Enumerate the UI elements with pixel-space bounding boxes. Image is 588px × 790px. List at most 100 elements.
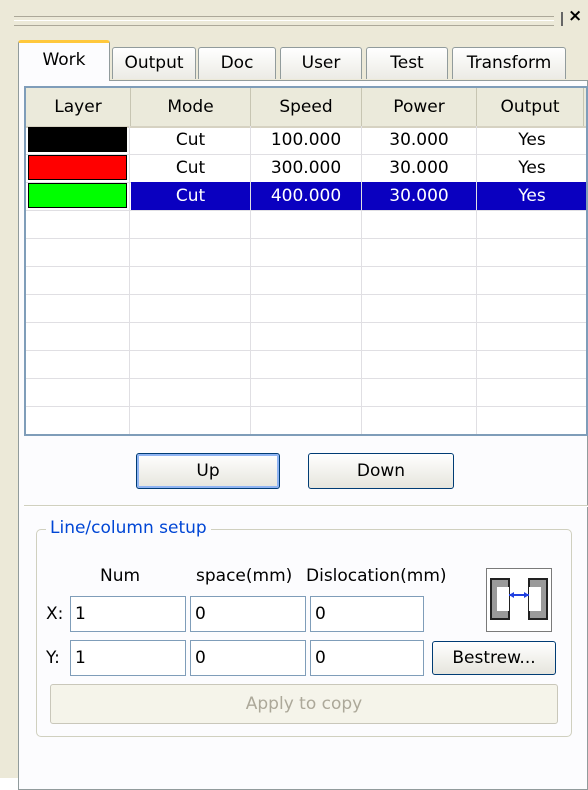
empty-cell [251, 322, 362, 350]
layer-color-cell [26, 154, 130, 182]
empty-row [26, 210, 586, 239]
empty-cell [477, 238, 586, 266]
empty-cell [251, 294, 362, 322]
panel-grip[interactable] [14, 16, 554, 26]
empty-cell [477, 322, 586, 350]
x-num-field[interactable]: 1 [70, 596, 186, 632]
y-space-field[interactable]: 0 [190, 640, 306, 676]
speed-cell: 100.000 [251, 126, 362, 154]
empty-row [26, 322, 586, 351]
empty-cell [362, 350, 477, 378]
table-row[interactable]: Cut 100.000 30.000 Yes [26, 126, 586, 155]
dislocation-label: Dislocation(mm) [306, 566, 447, 586]
tab-work[interactable]: Work [18, 40, 110, 81]
y-dislocation-field[interactable]: 0 [310, 640, 424, 676]
x-dislocation-field[interactable]: 0 [310, 596, 424, 632]
empty-cell [362, 238, 477, 266]
empty-cell [26, 266, 130, 294]
empty-cell [477, 210, 586, 238]
empty-cell [131, 350, 251, 378]
empty-cell [251, 378, 362, 406]
pin-icon [561, 12, 563, 26]
tab-transform[interactable]: Transform [452, 47, 566, 79]
empty-cell [251, 266, 362, 294]
layer-table[interactable]: Layer Mode Speed Power Output Cut 100.000… [24, 86, 588, 436]
empty-cell [477, 406, 586, 434]
empty-cell [362, 378, 477, 406]
tab-test[interactable]: Test [366, 47, 448, 79]
empty-cell [26, 350, 130, 378]
empty-cell [26, 210, 130, 238]
col-output[interactable]: Output [477, 88, 584, 126]
y-label: Y: [46, 648, 60, 668]
empty-cell [251, 350, 362, 378]
layer-color-swatch[interactable] [28, 155, 127, 180]
mode-cell: Cut [131, 154, 251, 182]
layer-color-swatch[interactable] [28, 127, 127, 152]
col-power[interactable]: Power [362, 88, 477, 126]
empty-cell [26, 322, 130, 350]
empty-cell [131, 266, 251, 294]
col-layer[interactable]: Layer [26, 88, 131, 126]
empty-cell [362, 406, 477, 434]
empty-row [26, 378, 586, 407]
speed-cell: 300.000 [251, 154, 362, 182]
empty-cell [26, 238, 130, 266]
tab-strip: Work Output Doc User Test Transform [18, 40, 588, 81]
speed-cell: 400.000 [251, 182, 362, 210]
table-header: Layer Mode Speed Power Output [26, 88, 586, 128]
empty-cell [251, 406, 362, 434]
empty-cell [131, 406, 251, 434]
col-speed[interactable]: Speed [251, 88, 362, 126]
dislocation-diagram-icon [486, 568, 552, 632]
group-legend: Line/column setup [46, 518, 211, 538]
tab-doc[interactable]: Doc [198, 47, 276, 79]
empty-cell [251, 210, 362, 238]
empty-cell [26, 294, 130, 322]
power-cell: 30.000 [362, 182, 477, 210]
output-cell: Yes [477, 126, 586, 154]
mode-cell: Cut [131, 182, 251, 210]
layer-color-cell [26, 182, 130, 210]
empty-cell [477, 350, 586, 378]
table-row[interactable]: Cut 300.000 30.000 Yes [26, 154, 586, 183]
empty-cell [251, 238, 362, 266]
work-panel: × Work Output Doc User Test Transform La… [0, 0, 588, 790]
col-mode[interactable]: Mode [131, 88, 251, 126]
empty-cell [26, 406, 130, 434]
empty-cell [362, 322, 477, 350]
empty-cell [477, 378, 586, 406]
power-cell: 30.000 [362, 154, 477, 182]
tab-user[interactable]: User [280, 47, 362, 79]
x-label: X: [46, 604, 64, 624]
y-num-field[interactable]: 1 [70, 640, 186, 676]
empty-cell [362, 266, 477, 294]
empty-cell [131, 238, 251, 266]
empty-cell [362, 294, 477, 322]
mode-cell: Cut [131, 126, 251, 154]
power-cell: 30.000 [362, 126, 477, 154]
bestrew-button[interactable]: Bestrew... [432, 641, 556, 675]
empty-cell [362, 210, 477, 238]
apply-to-copy-button[interactable]: Apply to copy [50, 684, 558, 724]
tab-output[interactable]: Output [112, 47, 196, 79]
layer-color-cell [26, 126, 130, 154]
up-button[interactable]: Up [136, 453, 280, 489]
layer-color-swatch[interactable] [28, 183, 127, 208]
empty-cell [26, 378, 130, 406]
close-icon[interactable]: × [568, 6, 582, 26]
empty-row [26, 406, 586, 434]
empty-row [26, 350, 586, 379]
empty-row [26, 294, 586, 323]
divider [24, 505, 588, 507]
x-space-field[interactable]: 0 [190, 596, 306, 632]
empty-cell [477, 266, 586, 294]
empty-cell [131, 322, 251, 350]
num-label: Num [100, 566, 141, 586]
output-cell: Yes [477, 154, 586, 182]
down-button[interactable]: Down [308, 453, 454, 489]
space-label: space(mm) [196, 566, 293, 586]
empty-cell [131, 294, 251, 322]
table-row[interactable]: Cut 400.000 30.000 Yes [26, 182, 586, 211]
empty-row [26, 238, 586, 267]
